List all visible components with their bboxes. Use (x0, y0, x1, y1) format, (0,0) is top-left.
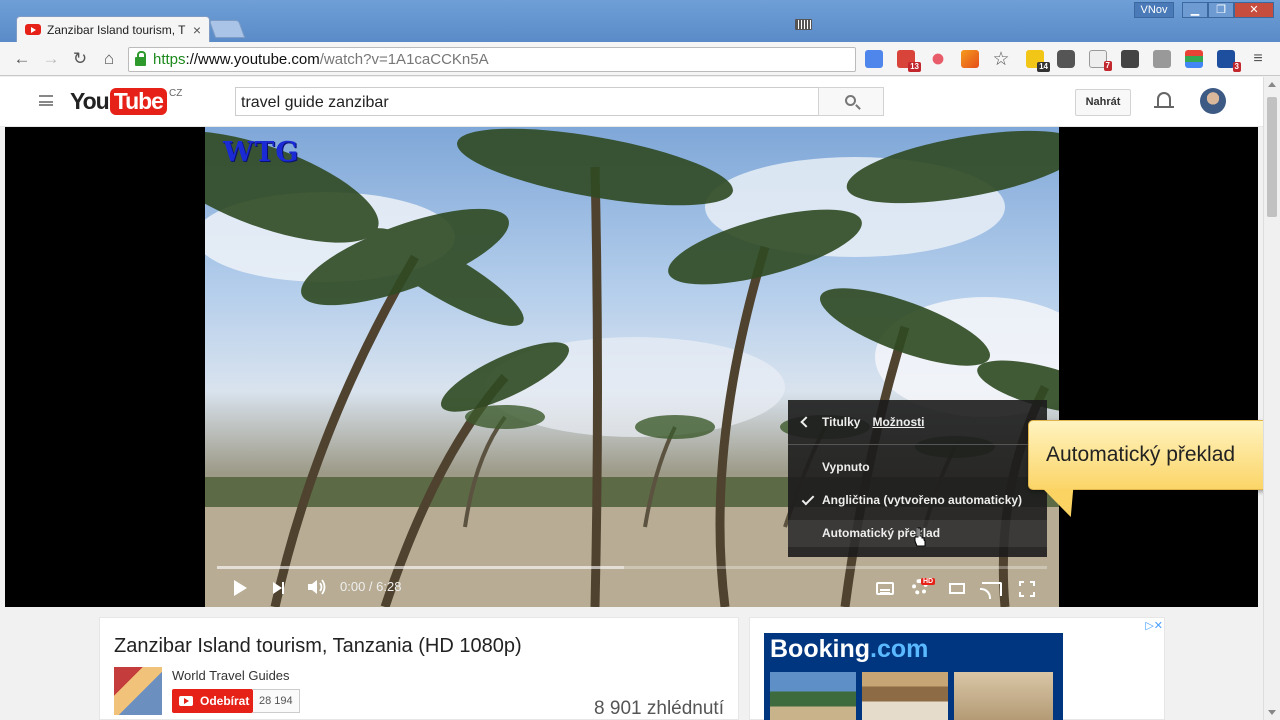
video-title: Zanzibar Island tourism, Tanzania (HD 10… (114, 635, 522, 657)
menu-options-link[interactable]: Možnosti (872, 415, 924, 429)
reload-icon[interactable]: ↻ (69, 48, 91, 70)
channel-name[interactable]: World Travel Guides (172, 668, 290, 683)
url-path: /watch?v=1A1caCCKn5A (319, 51, 489, 68)
youtube-favicon-icon (25, 24, 41, 35)
code-extension-icon[interactable] (1153, 50, 1171, 68)
volume-icon[interactable] (306, 578, 326, 596)
subscriber-count: 28 194 (253, 689, 300, 713)
checkmark-icon (801, 492, 815, 506)
page-scrollbar[interactable] (1263, 77, 1280, 720)
play-icon[interactable] (234, 580, 247, 596)
cast-icon[interactable] (980, 582, 1002, 599)
tab-title: Zanzibar Island tourism, T (47, 22, 186, 37)
pocket-extension-icon[interactable] (1057, 50, 1075, 68)
search-icon (845, 95, 856, 106)
theater-mode-icon[interactable] (949, 583, 965, 594)
logo-tube: Tube (109, 88, 167, 115)
youtube-masthead: You Tube CZ travel guide zanzibar Nahrát (0, 77, 1263, 127)
avatar[interactable] (1200, 88, 1226, 114)
ad-photo-interior (862, 672, 948, 720)
youtube-logo[interactable]: You Tube CZ (70, 88, 182, 115)
booking-ad-card[interactable]: Booking.com ▷✕ (749, 617, 1165, 720)
ad-photo-resort (770, 672, 856, 720)
address-bar[interactable]: https ://www.youtube.com /watch?v=1A1caC… (128, 47, 856, 72)
scrollbar-thumb[interactable] (1267, 97, 1277, 217)
logo-you: You (70, 88, 110, 114)
progress-bar[interactable] (217, 566, 1047, 569)
hand-cursor-icon (914, 527, 926, 547)
window-minimize-button[interactable]: ▁ (1182, 2, 1208, 18)
upload-button[interactable]: Nahrát (1075, 89, 1131, 116)
fullscreen-icon[interactable] (1019, 581, 1035, 597)
scroll-down-icon[interactable] (1268, 710, 1276, 715)
buffered-progress (217, 566, 624, 569)
palette-extension-icon[interactable] (1185, 50, 1203, 68)
menu-title[interactable]: Titulky (822, 415, 860, 429)
subscribe-label: Odebírat (200, 694, 250, 708)
scroll-up-icon[interactable] (1268, 82, 1276, 87)
booking-logo-main: Booking (770, 635, 870, 663)
browser-profile-button[interactable]: VNov (1134, 2, 1174, 18)
back-arrow-icon[interactable]: ← (11, 48, 33, 70)
booking-logo-suffix: .com (870, 635, 929, 663)
booking-logo: Booking.com (770, 635, 928, 664)
url-host: ://www.youtube.com (185, 51, 320, 68)
logo-country: CZ (168, 88, 183, 99)
channel-watermark: WTG (223, 137, 300, 168)
idea-extension-icon[interactable] (1121, 50, 1139, 68)
search-input[interactable]: travel guide zanzibar (235, 87, 819, 116)
hd-badge: HD (921, 578, 936, 585)
browser-tab-active[interactable]: Zanzibar Island tourism, T × (16, 16, 210, 42)
channel-thumbnail[interactable] (114, 667, 162, 715)
view-count: 8 901 zhlédnutí (594, 698, 724, 719)
menu-item-off[interactable]: Vypnuto (822, 460, 870, 474)
youtube-play-icon (179, 696, 193, 706)
annotation-callout: Automatický překlad (1028, 420, 1268, 490)
todo-extension-icon[interactable]: 7 (1089, 50, 1112, 71)
menu-hamburger-icon[interactable]: ≡ (1247, 48, 1269, 70)
bookmark-star-icon[interactable]: ☆ (990, 49, 1012, 71)
guide-menu-icon[interactable] (39, 95, 53, 106)
back-chevron-icon[interactable] (800, 416, 812, 428)
gmail-extension-icon[interactable]: 13 (897, 50, 921, 72)
time-display: 0:00 / 6:28 (340, 579, 402, 594)
adchoices-icon[interactable]: ▷✕ (1145, 619, 1163, 632)
callout-pointer (1040, 489, 1074, 517)
keyboard-icon[interactable] (795, 19, 812, 30)
ad-photo-room (954, 672, 1053, 720)
window-maximize-button[interactable]: ❐ (1208, 2, 1234, 18)
translate-extension-icon[interactable] (865, 50, 883, 68)
browser-titlebar: Zanzibar Island tourism, T × VNov ▁ ❐ ✕ (0, 0, 1280, 42)
window-close-button[interactable]: ✕ (1234, 2, 1274, 18)
video-info-card: Zanzibar Island tourism, Tanzania (HD 10… (99, 617, 739, 720)
lock-icon (135, 51, 146, 66)
menu-header: Titulky Možnosti (788, 400, 1047, 445)
new-tab-button[interactable] (208, 20, 246, 38)
subscribe-button[interactable]: Odebírat (172, 689, 253, 713)
next-icon[interactable] (273, 582, 284, 594)
feed-extension-icon[interactable] (961, 50, 979, 68)
notifications-bell-icon[interactable] (1154, 92, 1174, 108)
menu-item-english-auto[interactable]: Angličtina (vytvořeno automaticky) (822, 493, 1022, 507)
subtitles-icon[interactable] (876, 582, 894, 595)
asana-extension-icon[interactable] (929, 50, 947, 68)
home-icon[interactable]: ⌂ (98, 48, 120, 70)
booking-ad-banner[interactable]: Booking.com (764, 633, 1063, 720)
search-button[interactable] (818, 87, 884, 116)
browser-toolbar: ← → ↻ ⌂ https ://www.youtube.com /watch?… (0, 42, 1280, 76)
buffer-extension-icon[interactable]: 3 (1217, 50, 1241, 72)
url-scheme: https (153, 51, 186, 68)
forward-arrow-icon[interactable]: → (40, 48, 62, 70)
notes-extension-icon[interactable]: 14 (1026, 50, 1050, 72)
tab-close-icon[interactable]: × (193, 22, 201, 38)
